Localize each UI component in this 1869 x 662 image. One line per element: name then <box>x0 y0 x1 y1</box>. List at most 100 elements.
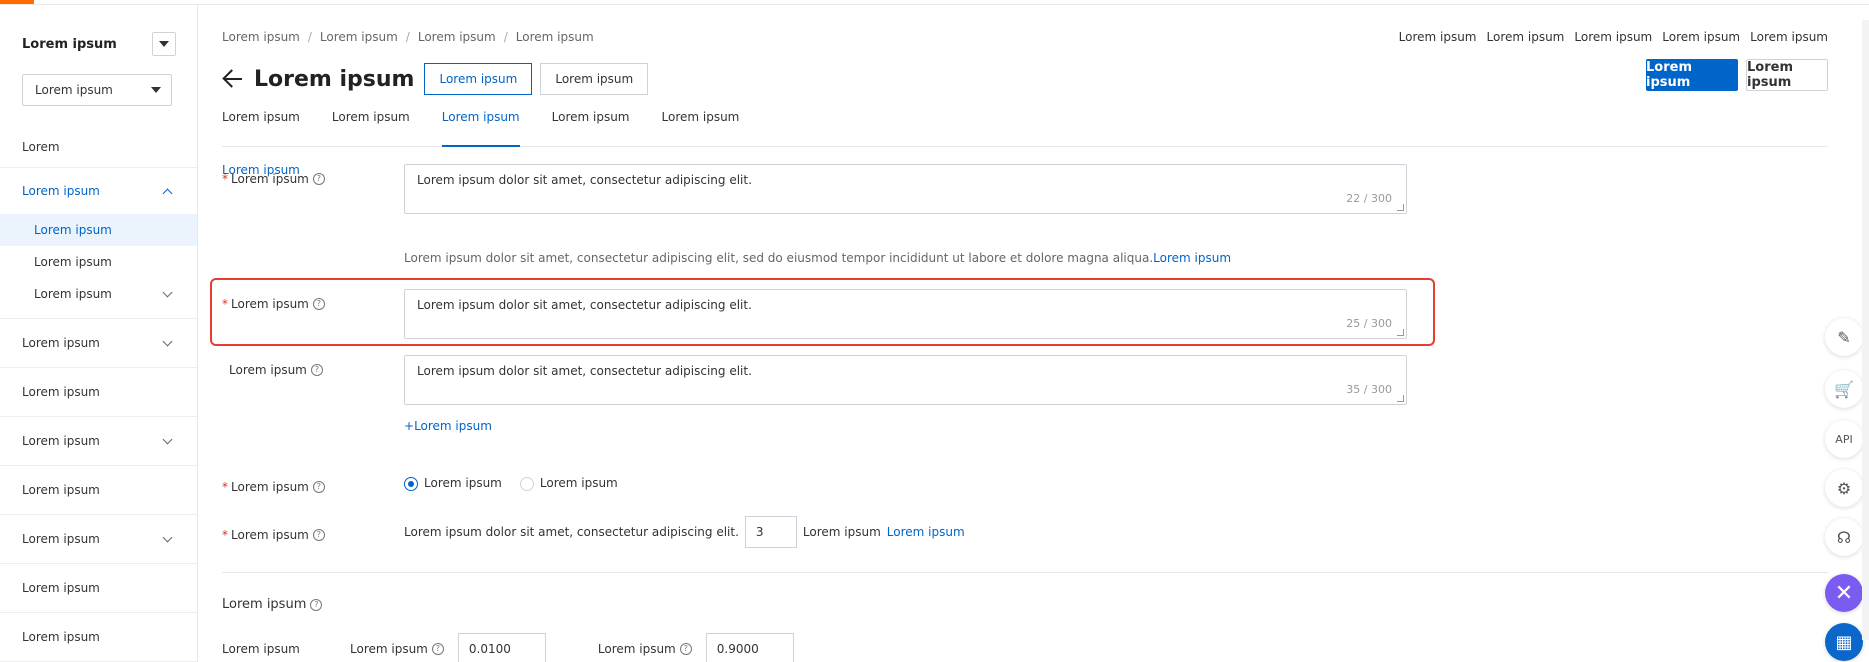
help-icon[interactable]: ? <box>312 173 325 185</box>
top-link-video-course[interactable]: Lorem ipsum <box>1487 30 1565 44</box>
tab-session-api[interactable]: Lorem ipsum <box>552 110 630 147</box>
breadcrumb-separator: / <box>503 30 508 44</box>
sidebar-item-label: Lorem ipsum <box>34 223 112 237</box>
chevron-down-icon <box>162 336 173 346</box>
breadcrumb-separator: / <box>405 30 410 44</box>
no-answer-textarea[interactable]: Lorem ipsum dolor sit amet, consectetur … <box>404 355 1407 405</box>
resize-handle[interactable] <box>1397 395 1404 402</box>
top-link-tasks[interactable]: Lorem ipsum <box>1750 30 1828 44</box>
breadcrumb-item[interactable]: Lorem ipsum <box>320 30 398 44</box>
sidebar-item-label: Lorem ipsum <box>22 630 100 644</box>
clarify-suffix: Lorem ipsum <box>802 525 881 539</box>
sidebar-item-label: Lorem ipsum <box>22 532 100 546</box>
sidebar-item-home[interactable]: Lorem <box>0 126 197 167</box>
radio-checked-icon <box>404 476 418 491</box>
required-mark: * <box>222 480 228 494</box>
help-icon[interactable]: ? <box>310 598 323 611</box>
strategy-label: * Lorem ipsum ? <box>222 480 325 494</box>
help-icon[interactable]: ? <box>312 481 325 493</box>
help-icon[interactable]: ? <box>312 298 325 310</box>
help-icon[interactable]: ? <box>431 643 444 655</box>
faq-threshold-row: Lorem ipsum Lorem ipsum ? 0.0100 Lorem i… <box>222 633 794 662</box>
space-select[interactable]: Lorem ipsum <box>22 74 172 106</box>
page-title: Lorem ipsum <box>254 66 415 92</box>
sensitive-label-text: Lorem ipsum <box>231 297 309 311</box>
sidebar-item-dashboard[interactable]: Lorem ipsum <box>0 368 197 417</box>
clarify-count-input[interactable]: 3 <box>744 516 797 548</box>
top-link-help[interactable]: Lorem ipsum <box>1662 30 1740 44</box>
tab-transfer-human[interactable]: Lorem ipsum <box>332 110 410 147</box>
api-icon[interactable]: API <box>1825 420 1863 458</box>
strategy-option-direct[interactable]: Lorem ipsum <box>519 476 618 491</box>
top-link-messages[interactable]: Lorem ipsum <box>1574 30 1652 44</box>
publish-record-button[interactable]: Lorem ipsum <box>1746 59 1828 91</box>
strategy-radio-group: Lorem ipsum Lorem ipsum <box>404 476 618 491</box>
resize-handle[interactable] <box>1397 204 1404 211</box>
env-test-button[interactable]: Lorem ipsum <box>424 63 533 95</box>
help-icon[interactable]: ? <box>312 529 325 541</box>
env-prod-button[interactable]: Lorem ipsum <box>540 63 649 95</box>
clarify-config-link[interactable]: Lorem ipsum <box>887 525 965 539</box>
settings-icon[interactable]: ⚙ <box>1825 469 1863 507</box>
learn-more-link[interactable]: Lorem ipsum <box>1153 251 1231 265</box>
char-count: 35 / 300 <box>1346 383 1392 396</box>
resize-handle[interactable] <box>1397 329 1404 336</box>
tab-global-reject[interactable]: Lorem ipsum <box>662 110 740 147</box>
welcome-textarea[interactable]: Lorem ipsum dolor sit amet, consectetur … <box>404 164 1407 214</box>
sidebar-item-table-qa[interactable]: Lorem ipsum <box>0 278 197 310</box>
publish-button[interactable]: Lorem ipsum <box>1646 59 1738 91</box>
caret-down-icon <box>151 87 161 93</box>
brand-accent-bar <box>0 0 34 4</box>
sidebar-item-robot-center[interactable]: Lorem ipsum <box>0 168 197 214</box>
title-row: Lorem ipsum Lorem ipsum Lorem ipsum <box>222 59 649 99</box>
clarify-threshold-input[interactable]: 0.0100 <box>457 633 546 662</box>
scrollbar[interactable] <box>1862 20 1869 640</box>
add-no-answer-link[interactable]: +Lorem ipsum <box>404 419 492 433</box>
sidebar-item-knowledge[interactable]: Lorem ipsum <box>0 319 197 368</box>
main-content: Lorem ipsum / Lorem ipsum / Lorem ipsum … <box>210 5 1828 662</box>
sidebar-item-robot-manage[interactable]: Lorem ipsum <box>0 214 197 246</box>
radio-unchecked-icon <box>519 476 534 491</box>
breadcrumb-item[interactable]: Lorem ipsum <box>418 30 496 44</box>
clarify-prefix: Lorem ipsum dolor sit amet, consectetur … <box>404 525 739 539</box>
plus-icon: + <box>404 419 415 433</box>
section-divider <box>222 572 1828 573</box>
strategy-label-text: Lorem ipsum <box>231 480 309 494</box>
close-icon[interactable]: ✕ <box>1825 574 1863 612</box>
sidebar-item-label: Lorem ipsum <box>22 336 100 350</box>
sidebar-item-label: Lorem ipsum <box>34 255 112 269</box>
clarify-row: Lorem ipsum dolor sit amet, consectetur … <box>404 516 965 548</box>
welcome-label: * Lorem ipsum ? <box>222 172 325 186</box>
sidebar-item-operations[interactable]: Lorem ipsum <box>0 417 197 466</box>
tab-bind-knowledge[interactable]: Lorem ipsum <box>222 110 300 147</box>
sidebar-switch-button[interactable] <box>152 32 176 56</box>
required-mark: * <box>222 172 228 186</box>
clarify-label-text: Lorem ipsum <box>231 528 309 542</box>
help-icon[interactable]: ? <box>679 643 692 655</box>
apps-icon[interactable]: ▦ <box>1825 623 1863 661</box>
strategy-option-clarify[interactable]: Lorem ipsum <box>404 476 502 491</box>
sidebar-group-robot-center: Lorem ipsum Lorem ipsum Lorem ipsum Lore… <box>0 167 197 319</box>
help-icon[interactable]: ? <box>310 364 323 376</box>
direct-threshold-input[interactable]: 0.9000 <box>705 633 794 662</box>
cart-icon[interactable]: 🛒 <box>1825 370 1863 408</box>
clarify-threshold-label: Lorem ipsum <box>350 642 428 656</box>
sidebar-item-system[interactable]: Lorem ipsum <box>0 515 197 564</box>
sensitive-textarea[interactable]: Lorem ipsum dolor sit amet, consectetur … <box>404 289 1407 339</box>
sidebar-item-proxy-config[interactable]: Lorem ipsum <box>0 613 197 662</box>
chevron-down-icon <box>162 532 173 542</box>
support-icon[interactable]: ☊ <box>1825 518 1863 556</box>
back-arrow-icon[interactable] <box>222 68 244 90</box>
option-label: Lorem ipsum <box>539 476 618 490</box>
sidebar-header: Lorem ipsum <box>22 29 176 59</box>
no-answer-label-text: Lorem ipsum <box>229 363 307 377</box>
tab-qa-strategy[interactable]: Lorem ipsum <box>441 110 520 147</box>
tab-bar: Lorem ipsum Lorem ipsum Lorem ipsum Lore… <box>222 110 1828 147</box>
breadcrumb-item[interactable]: Lorem ipsum <box>222 30 300 44</box>
sidebar-item-renew[interactable]: Lorem ipsum <box>0 564 197 613</box>
sidebar-item-channels[interactable]: Lorem ipsum <box>0 466 197 515</box>
edit-icon[interactable]: ✎ <box>1825 318 1863 356</box>
top-link-space-manage[interactable]: Lorem ipsum <box>1399 30 1477 44</box>
sidebar-item-dialog-factory[interactable]: Lorem ipsum <box>0 246 197 278</box>
sidebar-item-label: Lorem ipsum <box>34 287 112 301</box>
